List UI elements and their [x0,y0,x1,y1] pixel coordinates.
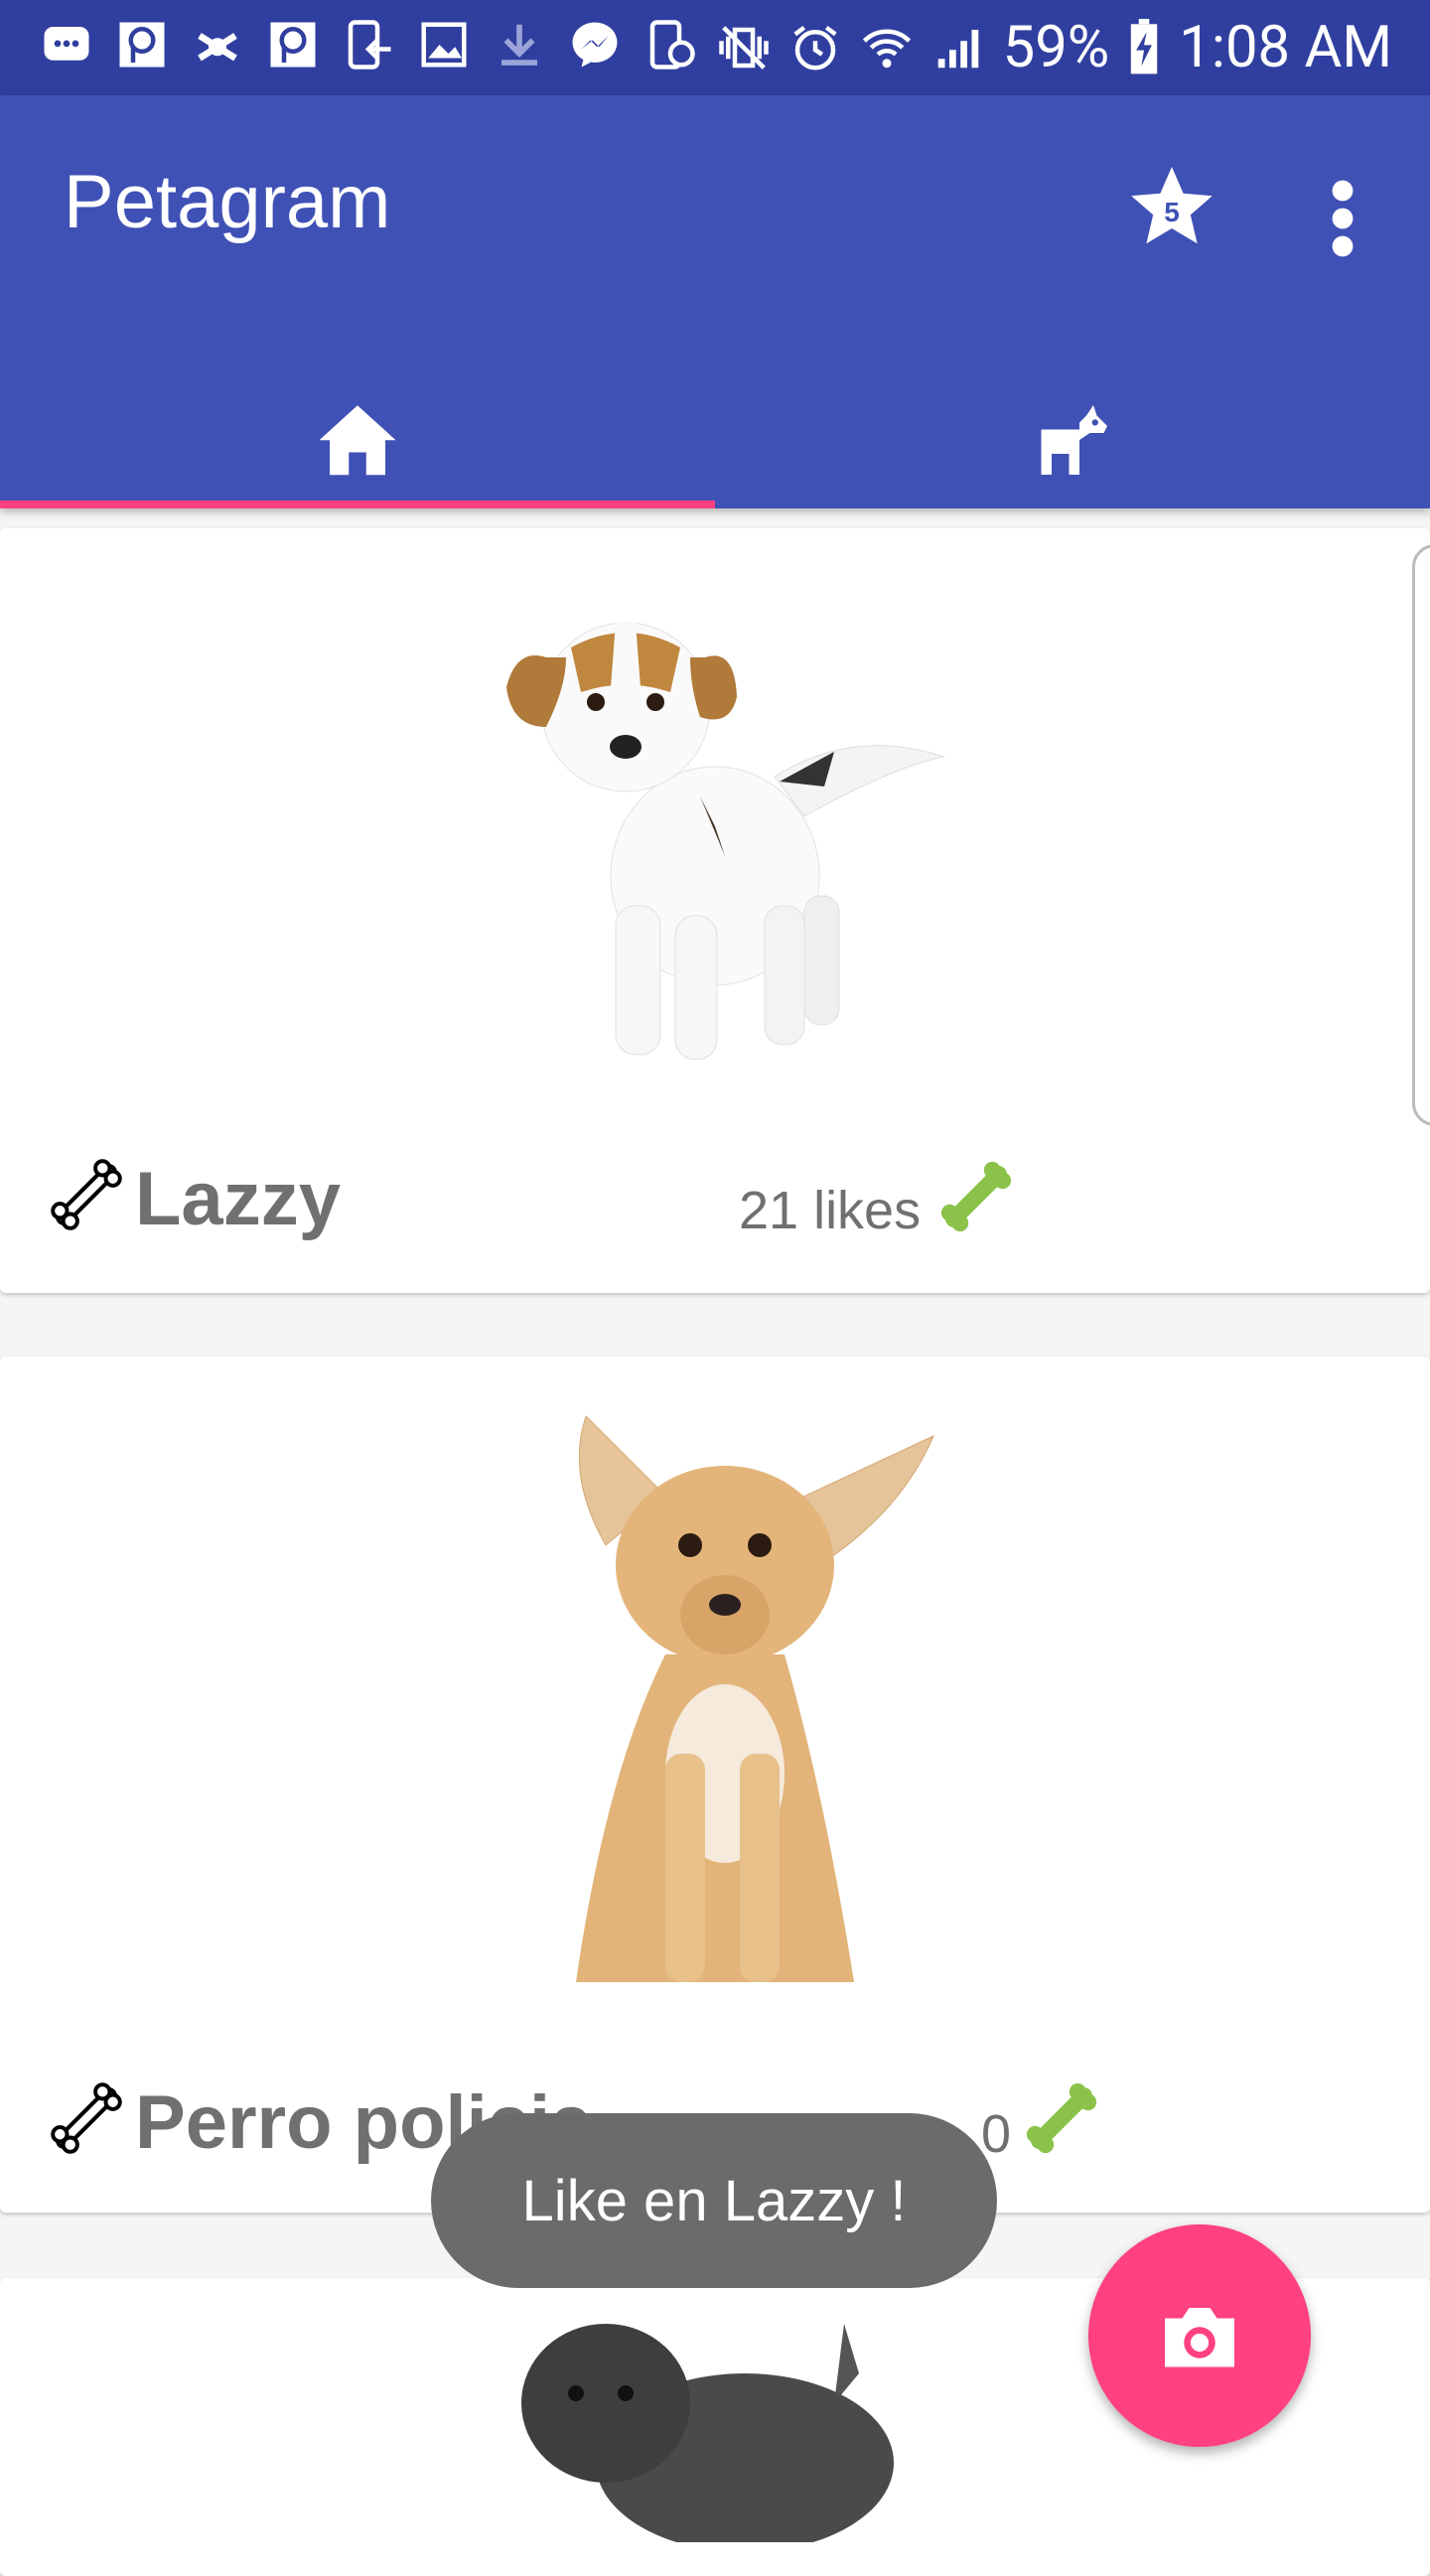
app-p-icon-2 [270,22,316,68]
bone-icon [51,2082,122,2154]
like-count: 21 likes [739,1181,922,1240]
home-icon [319,405,396,476]
pet-card: Perro policia 0 [0,1357,1430,2213]
tab-dog[interactable] [715,381,1430,508]
star-icon: 5 [1131,167,1213,244]
device-clock-icon [649,20,695,70]
messenger-icon [572,22,618,68]
next-card-edge [1412,544,1430,1126]
pet-photo-third [521,2324,894,2542]
tab-home[interactable] [0,381,715,508]
app-bar: Petagram 5 [0,95,1430,508]
app-p-icon [119,22,165,68]
bone-icon [51,1159,122,1230]
sms-icon [44,27,89,61]
battery-charging-icon [1131,19,1158,74]
device-transfer-icon [348,20,391,70]
app-title: Petagram [64,160,391,244]
more-vert-icon [1332,180,1354,257]
notification-icons [40,18,697,72]
toast-message: Like en Lazzy ! [431,2113,997,2288]
star-badge-count: 5 [1164,197,1180,227]
pet-photo-perro-policia [576,1415,934,1982]
game-icon [198,33,237,62]
tab-bar [0,381,1430,508]
like-bone-button[interactable] [937,1158,1015,1235]
wifi-icon [862,29,911,69]
like-count: 0 [981,2104,1012,2164]
vibrate-icon [718,26,769,70]
alarm-icon [793,25,837,71]
battery-percent: 59% [1002,14,1110,81]
pet-name: Lazzy [135,1157,341,1241]
signal-icon [937,30,978,69]
pet-photo-lazzy [506,622,945,1061]
camera-fab[interactable] [1088,2224,1311,2447]
system-status: 59% 1:08 AM [717,0,1392,95]
tab-indicator [0,501,715,508]
favorites-button[interactable]: 5 [1124,161,1219,256]
image-icon [421,22,467,68]
clock: 1:08 AM [1179,14,1392,81]
like-bone-button[interactable] [1023,2079,1100,2157]
download-icon [501,24,537,66]
camera-icon [1165,2308,1234,2367]
status-bar: 59% 1:08 AM [0,0,1430,95]
overflow-menu-button[interactable] [1307,171,1378,266]
dog-icon [1041,404,1107,475]
pet-card: Lazzy 21 likes [0,528,1430,1293]
